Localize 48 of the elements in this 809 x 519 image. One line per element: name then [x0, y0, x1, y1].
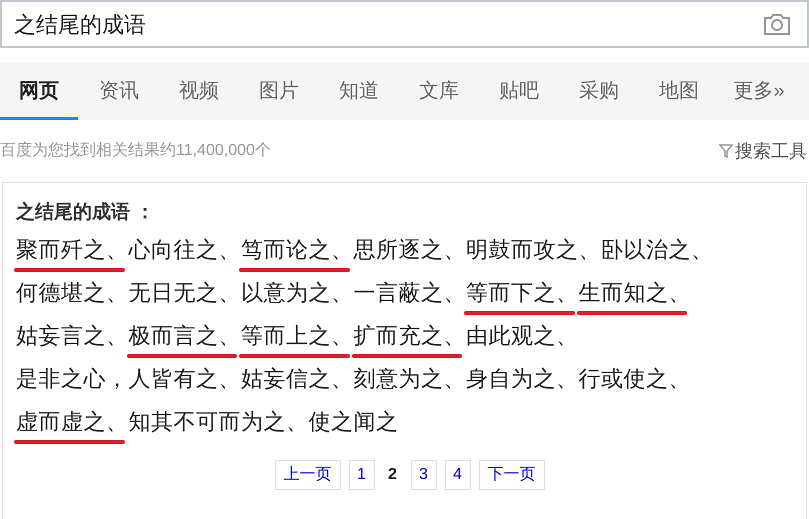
idiom-text: 使之闻之: [308, 409, 398, 434]
filter-icon[interactable]: [719, 143, 733, 159]
nav-tab[interactable]: 资讯: [80, 62, 158, 120]
nav-tab[interactable]: 网页: [0, 62, 78, 120]
nav-tab[interactable]: 贴吧: [480, 62, 558, 120]
idiom-text: 何德堪之、: [16, 280, 128, 305]
nav-tab[interactable]: 采购: [560, 62, 638, 120]
page-number-button[interactable]: 1: [348, 460, 374, 490]
idiom-text: 由此观之、: [466, 323, 578, 348]
idiom-text: 一言蔽之、: [354, 280, 466, 305]
idiom-text: 扩而充之、: [354, 323, 466, 348]
idiom-text: 等而上之、: [241, 323, 354, 348]
idiom-text: 姑妄信之、: [241, 366, 354, 391]
idiom-text: 知其不可而为之、: [128, 409, 308, 434]
nav-tab[interactable]: 更多»: [720, 62, 798, 120]
idiom-text: 思所逐之、: [354, 237, 466, 262]
idiom-text: 心向往之、: [128, 237, 241, 262]
idiom-text: 明鼓而攻之、: [466, 237, 601, 262]
idiom-text: 以意为之、: [241, 280, 354, 305]
idiom-text: 姑妄言之、: [16, 323, 128, 348]
nav-tab[interactable]: 文库: [400, 62, 478, 120]
idiom-text: 身自为之、: [466, 366, 578, 391]
search-tools-link[interactable]: 搜索工具: [735, 138, 807, 164]
idiom-text: 行或使之、: [578, 366, 691, 391]
next-page-button[interactable]: 下一页: [478, 460, 544, 490]
result-count: 百度为您找到相关结果约11,400,000个: [0, 140, 271, 161]
idiom-text: 卧以治之、: [601, 237, 714, 262]
page-number-button[interactable]: 3: [410, 460, 436, 490]
idiom-text: 刻意为之、: [354, 366, 466, 391]
idiom-text: 聚而歼之、: [16, 237, 128, 262]
page-number-button[interactable]: 2: [382, 460, 402, 490]
page-number-button[interactable]: 4: [444, 460, 470, 490]
camera-icon[interactable]: [763, 12, 791, 36]
nav-tab[interactable]: 图片: [240, 62, 318, 120]
idiom-text: 极而言之、: [128, 323, 241, 348]
nav-tab[interactable]: 地图: [640, 62, 718, 120]
search-field[interactable]: 之结尾的成语: [0, 0, 809, 48]
idiom-text: 生而知之、: [578, 280, 691, 305]
card-title: 之结尾的成语 ：: [16, 200, 156, 225]
idiom-text: 无日无之、: [128, 280, 241, 305]
search-input[interactable]: 之结尾的成语: [14, 8, 763, 40]
idiom-text: 是非之心，人皆有之、: [16, 366, 241, 391]
idiom-text: 等而下之、: [466, 280, 578, 305]
previous-page-button[interactable]: 上一页: [274, 460, 340, 490]
idiom-text: 笃而论之、: [241, 237, 354, 262]
idiom-text: 虚而虚之、: [16, 409, 128, 434]
nav-tab[interactable]: 视频: [160, 62, 238, 120]
nav-tab[interactable]: 知道: [320, 62, 398, 120]
